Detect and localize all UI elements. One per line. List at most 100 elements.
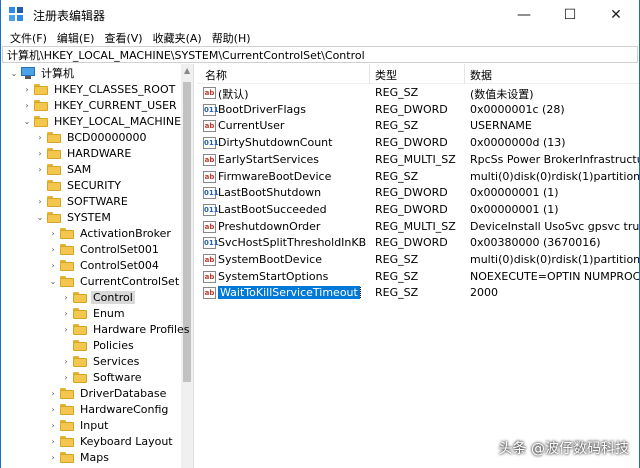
tree-item[interactable]: › HARDWARE [35,145,133,161]
chevron-right-icon[interactable]: › [61,369,71,385]
value-row[interactable]: ab FirmwareBootDevice REG_SZ multi(0)disk(0… [197,169,639,185]
value-row[interactable]: ab WaitToKillServiceTimeout REG_SZ 2000 [197,285,639,301]
value-row[interactable]: 011 SvcHostSplitThresholdInKB REG_DWORD 0x0… [197,235,639,251]
tree-scroll-thumb[interactable] [183,82,191,382]
chevron-right-icon[interactable]: › [35,145,45,161]
tree-item[interactable]: › HKEY_CLASSES_ROOT [22,81,177,97]
tree-item[interactable]: › DriverDatabase [48,385,168,401]
value-row[interactable]: ab EarlyStartServices REG_MULTI_SZ RpcSs Po… [197,152,639,168]
chevron-right-icon[interactable]: › [48,449,58,465]
tree-item[interactable]: › Input [48,417,110,433]
tree-item[interactable]: Policies [61,337,136,353]
tree-item[interactable]: › HKEY_CURRENT_USER [22,97,179,113]
value-row[interactable]: ab SystemStartOptions REG_SZ NOEXECUTE=OPT… [197,269,639,285]
value-name: WaitToKillServiceTimeout [218,286,370,300]
chevron-down-icon[interactable]: ⌄ [22,113,32,129]
column-header-data[interactable]: 数据 [470,67,492,83]
tree-item[interactable]: ⌄ SYSTEM [35,209,113,225]
chevron-right-icon[interactable]: › [22,81,32,97]
chevron-right-icon[interactable]: › [48,257,58,273]
value-data: 0x0000000d (13) [470,136,566,150]
chevron-right-icon[interactable]: › [61,305,71,321]
value-name-text: WaitToKillServiceTimeout [218,286,361,300]
chevron-right-icon[interactable]: › [48,241,58,257]
tree-item-label: SECURITY [67,178,121,192]
value-row[interactable]: 011 BootDriverFlags REG_DWORD 0x0000001c (2… [197,102,639,118]
maximize-button[interactable]: ☐ [547,0,593,30]
menu-help[interactable]: 帮助(H) [207,30,256,46]
tree-item[interactable]: ⌄ CurrentControlSet [48,273,181,289]
chevron-right-icon[interactable]: › [48,401,58,417]
chevron-right-icon[interactable]: › [35,193,45,209]
chevron-down-icon[interactable]: ⌄ [9,65,19,81]
tree-item[interactable]: › Services [61,353,141,369]
tree-item[interactable]: › Maps [48,449,111,465]
value-row[interactable]: 011 LastBootShutdown REG_DWORD 0x00000001 (… [197,185,639,201]
tree-item-label: HARDWARE [67,146,132,160]
value-name-text: (默认) [218,88,249,101]
chevron-down-icon[interactable]: ⌄ [35,209,45,225]
menu-view[interactable]: 查看(V) [99,30,147,46]
chevron-right-icon[interactable]: › [48,385,58,401]
value-data: 0x0000001c (28) [470,102,565,116]
tree-item[interactable]: › Hardware Profiles [61,321,192,337]
chevron-down-icon[interactable]: ⌄ [48,273,58,289]
string-value-icon: ab [203,170,216,183]
chevron-right-icon[interactable]: › [48,417,58,433]
value-data: (数值未设置) [470,88,534,101]
chevron-right-icon[interactable]: › [61,321,71,337]
tree-item[interactable]: › Keyboard Layout [48,433,175,449]
minimize-button[interactable]: — [501,0,547,30]
tree-item[interactable]: › Enum [61,305,127,321]
chevron-right-icon[interactable]: › [35,129,45,145]
tree-item[interactable]: › ActivationBroker [48,225,173,241]
value-name-text: SvcHostSplitThresholdInKB [218,236,367,250]
menu-favorites[interactable]: 收藏夹(A) [148,30,207,46]
value-type: REG_SZ [375,286,419,300]
value-data: 0x00000001 (1) [470,202,559,216]
tree-item[interactable]: ⌄ HKEY_LOCAL_MACHINE [22,113,183,129]
chevron-right-icon[interactable]: › [22,97,32,113]
chevron-right-icon[interactable]: › [48,225,58,241]
tree-item[interactable]: › SAM [35,161,93,177]
tree-item[interactable]: ⌄ 计算机 [9,65,76,81]
tree-item-label: Policies [93,338,134,352]
column-divider[interactable] [464,64,465,84]
value-row[interactable]: 011 DirtyShutdownCount REG_DWORD 0x0000000d… [197,135,639,151]
chevron-right-icon[interactable]: › [61,289,71,305]
scroll-up-arrow-icon[interactable]: ▲ [184,66,190,75]
address-bar[interactable]: 计算机\HKEY_LOCAL_MACHINE\SYSTEM\CurrentCon… [2,46,638,63]
tree-item[interactable]: › HardwareConfig [48,401,170,417]
tree-item[interactable]: › BCD00000000 [35,129,149,145]
column-divider[interactable] [369,64,370,84]
value-row[interactable]: 011 LastBootSucceeded REG_DWORD 0x00000001 … [197,202,639,218]
tree-item[interactable]: › ControlSet001 [48,241,161,257]
watermark-text: 头条 @波仔数码科技 [498,441,629,457]
tree-item[interactable]: › Software [61,369,144,385]
folder-icon [47,131,61,143]
menu-file[interactable]: 文件(F) [5,30,52,46]
column-header-name[interactable]: 名称 [205,67,227,83]
value-row[interactable]: ab CurrentUser REG_SZ USERNAME [197,118,639,134]
tree-item[interactable]: › ControlSet004 [48,257,161,273]
tree-item-label: HKEY_CLASSES_ROOT [54,82,176,96]
value-row[interactable]: ab PreshutdownOrder REG_MULTI_SZ DeviceInst… [197,219,639,235]
folder-icon [34,83,48,95]
binary-value-icon: 011 [203,103,219,116]
chevron-right-icon[interactable]: › [35,161,45,177]
close-button[interactable]: ✕ [593,0,639,30]
tree-item[interactable]: › Control [61,289,135,305]
tree-item-label: HardwareConfig [80,402,169,416]
column-header-type[interactable]: 类型 [375,67,397,83]
tree-item[interactable]: › SOFTWARE [35,193,130,209]
value-row[interactable]: ab (默认) REG_SZ (数值未设置) [197,85,639,101]
tree-item-label: Services [93,354,140,368]
folder-icon [60,435,74,447]
menu-edit[interactable]: 编辑(E) [52,30,100,46]
chevron-right-icon[interactable]: › [48,433,58,449]
key-tree-pane[interactable]: ▲ ⌄ 计算机 › HKEY_CLASSES_ROOT › HKEY_CURRENT_US… [1,64,194,468]
chevron-right-icon[interactable]: › [61,353,71,369]
value-row[interactable]: ab SystemBootDevice REG_SZ multi(0)disk(0)r… [197,252,639,268]
values-list-pane[interactable]: 名称 类型 数据 ab (默认) REG_SZ (数值未设置) 011 BootDrive… [197,64,639,468]
tree-item[interactable]: SECURITY [35,177,123,193]
